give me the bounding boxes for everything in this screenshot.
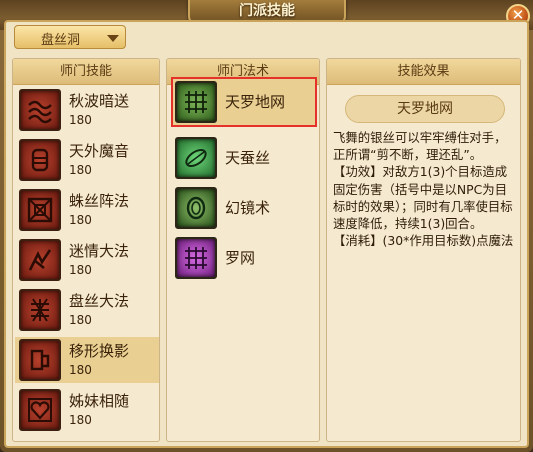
lantern-icon: [19, 139, 61, 181]
skill-row-1[interactable]: 天外魔音 180: [15, 137, 159, 183]
spell-name: 天蚕丝: [225, 149, 271, 167]
skill-level: 180: [69, 163, 92, 177]
school-skills-panel: 师门技能 秋波暗送 180 天外魔音 180 蛛丝阵法 180 迷情大法 180…: [12, 58, 160, 442]
skill-name: 盘丝大法: [69, 292, 130, 310]
skill-row-5[interactable]: 移形换影 180: [15, 337, 159, 383]
spell-row-2[interactable]: 幻镜术: [173, 185, 315, 231]
skill-name: 蛛丝阵法: [69, 192, 130, 210]
skill-level: 180: [69, 213, 92, 227]
skill-effect-header: 技能效果: [327, 59, 520, 85]
spell-row-0[interactable]: 天罗地网: [171, 77, 317, 127]
skill-level: 180: [69, 113, 92, 127]
skill-name: 秋波暗送: [69, 92, 130, 110]
skill-row-4[interactable]: 盘丝大法 180: [15, 287, 159, 333]
skill-name: 移形换影: [69, 342, 130, 360]
effect-description: 飞舞的银丝可以牢牢缚住对手，正所谓“剪不断，理还乱”。 【功效】对敌方1(3)个…: [333, 130, 514, 249]
coil-icon: [19, 289, 61, 331]
skill-row-6[interactable]: 姊妹相随 180: [15, 387, 159, 433]
spell-name: 幻镜术: [225, 199, 271, 217]
shadow-step-icon: [19, 339, 61, 381]
school-skills-header: 师门技能: [13, 59, 159, 85]
net-icon: [175, 81, 217, 123]
spell-name: 天罗地网: [225, 93, 286, 111]
snare-icon: [175, 237, 217, 279]
effect-title: 天罗地网: [345, 95, 505, 123]
spell-row-3[interactable]: 罗网: [173, 235, 315, 281]
skill-level: 180: [69, 313, 92, 327]
mirror-icon: [175, 187, 217, 229]
school-spells-panel: 师门法术 天罗地网 天蚕丝 幻镜术 罗网: [166, 58, 320, 442]
charm-icon: [19, 239, 61, 281]
skill-row-0[interactable]: 秋波暗送 180: [15, 87, 159, 133]
skill-row-3[interactable]: 迷情大法 180: [15, 237, 159, 283]
skill-level: 180: [69, 413, 92, 427]
spell-row-1[interactable]: 天蚕丝: [173, 135, 315, 181]
silk-icon: [175, 137, 217, 179]
skill-level: 180: [69, 263, 92, 277]
skill-name: 姊妹相随: [69, 392, 130, 410]
skill-level: 180: [69, 363, 92, 377]
window-title: 门派技能: [239, 3, 295, 19]
skill-effect-panel: 技能效果 天罗地网 飞舞的银丝可以牢牢缚住对手，正所谓“剪不断，理还乱”。 【功…: [326, 58, 521, 442]
skill-name: 天外魔音: [69, 142, 130, 160]
faction-dropdown-value: 盘丝洞: [41, 33, 81, 48]
skill-row-2[interactable]: 蛛丝阵法 180: [15, 187, 159, 233]
faction-dropdown[interactable]: 盘丝洞: [14, 25, 126, 49]
faction-skills-window: 门派技能 ✕ 盘丝洞 师门技能 秋波暗送 180 天外魔音 180 蛛丝阵法 1…: [0, 0, 533, 452]
chevron-down-icon: [107, 35, 119, 42]
wave-icon: [19, 89, 61, 131]
heart-icon: [19, 389, 61, 431]
skill-name: 迷情大法: [69, 242, 130, 260]
spell-name: 罗网: [225, 249, 256, 267]
web-formation-icon: [19, 189, 61, 231]
